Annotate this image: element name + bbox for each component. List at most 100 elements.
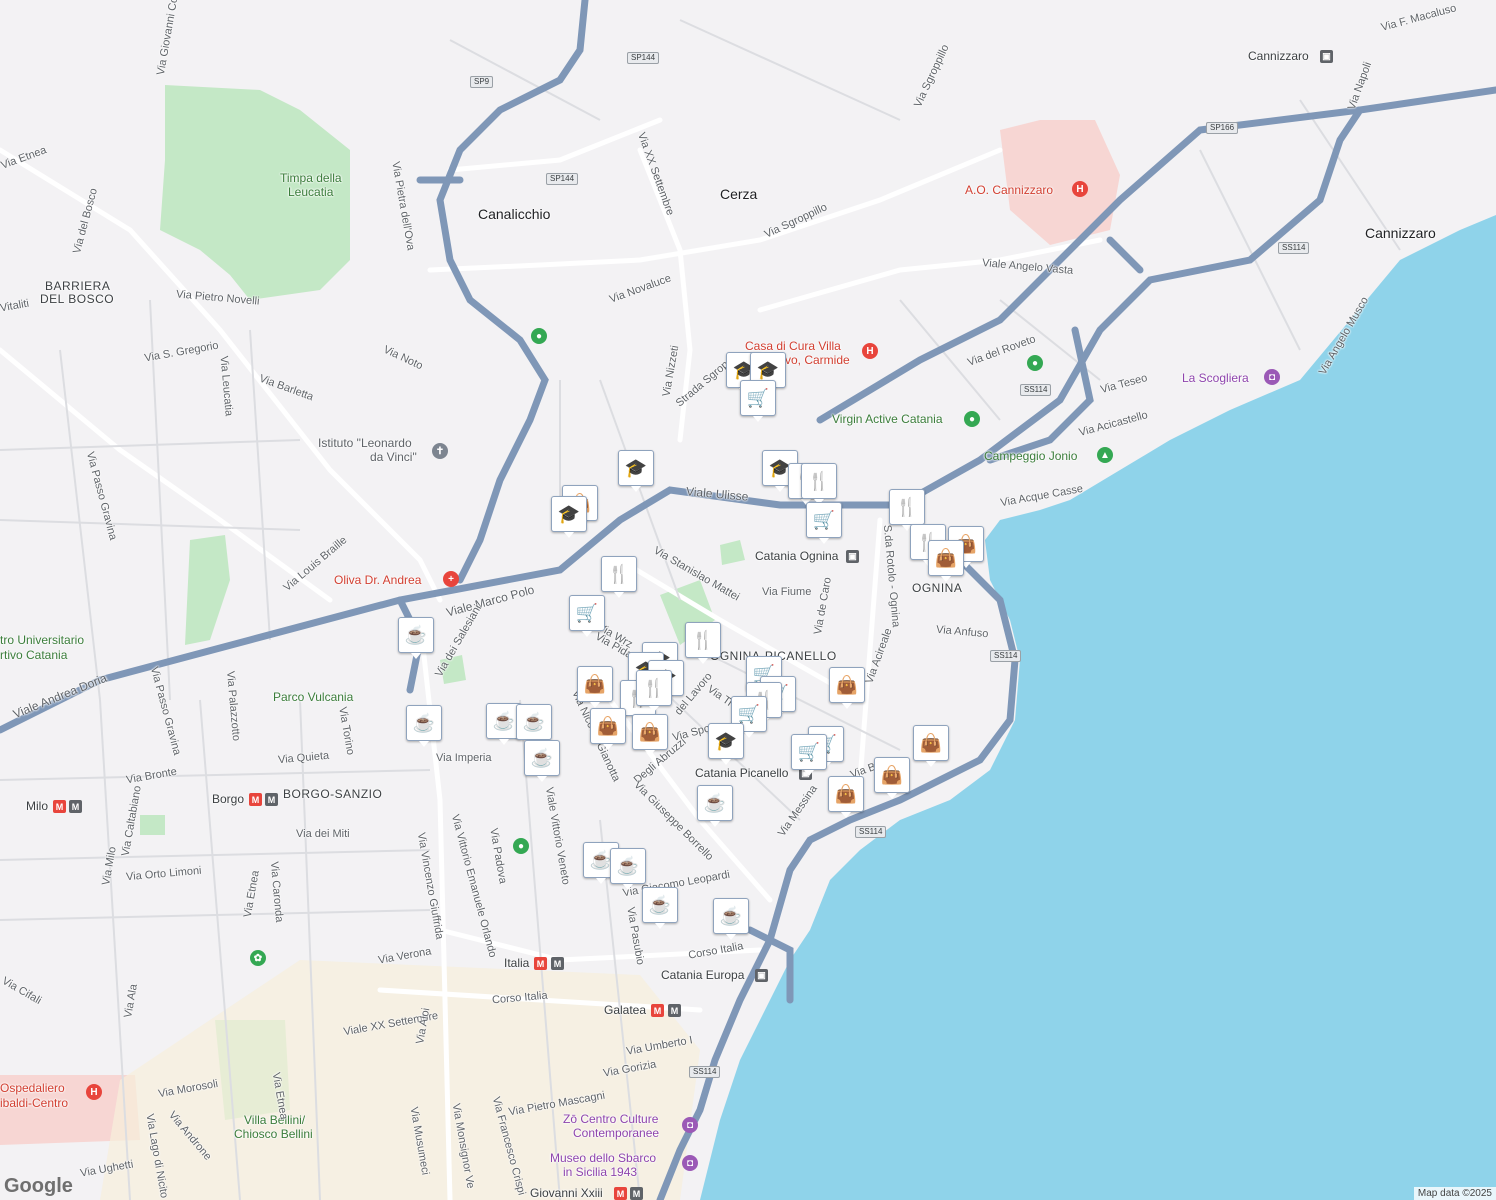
label-catania-picanello: Catania Picanello [695, 766, 789, 780]
label-cannizzaro: Cannizzaro [1365, 225, 1436, 241]
label-catania-ognina: Catania Ognina [755, 549, 839, 563]
gym-poi-icon[interactable]: ● [964, 411, 980, 427]
label-cerza: Cerza [720, 186, 758, 202]
road-shield: SS114 [689, 1066, 721, 1078]
label-zo-2: Contemporanee [573, 1126, 660, 1140]
cafe-marker-icon[interactable]: ☕ [516, 704, 552, 746]
shopping-cart-marker-icon[interactable]: 🛒 [791, 734, 827, 776]
map-base-layer [0, 0, 1496, 1200]
label-museo-1: Museo dello Sbarco [550, 1151, 657, 1165]
metro-icon[interactable]: M [630, 1187, 643, 1200]
shopping-bag-marker-icon[interactable]: 👜 [577, 666, 613, 708]
label-milo: Milo [26, 799, 49, 813]
label-centro-univ-2: rtivo Catania [0, 648, 68, 662]
restaurant-marker-icon[interactable]: 🍴 [801, 463, 837, 505]
school-marker-icon[interactable]: 🎓 [551, 496, 587, 538]
hospital-poi-icon[interactable]: H [1072, 181, 1088, 197]
label-villa-bellini-2: Chiosco Bellini [234, 1127, 313, 1141]
shopping-cart-marker-icon[interactable]: 🛒 [806, 502, 842, 544]
museum-poi-icon[interactable]: ◘ [682, 1117, 698, 1133]
restaurant-marker-icon[interactable]: 🍴 [685, 622, 721, 664]
label-canalicchio: Canalicchio [478, 206, 551, 222]
road-shield: SS114 [855, 826, 887, 838]
label-casa-cura-1: Casa di Cura Villa [745, 339, 841, 353]
road-shield: SP9 [470, 76, 494, 88]
map-canvas[interactable]: Canalicchio Cerza Cannizzaro Cannizzaro … [0, 0, 1496, 1200]
metro-icon[interactable]: M [534, 957, 547, 970]
label-zo-1: Zō Centro Culture [563, 1112, 659, 1126]
road-shield: SS114 [1020, 384, 1052, 396]
shopping-bag-marker-icon[interactable]: 👜 [874, 757, 910, 799]
metro-icon[interactable]: M [53, 800, 66, 813]
shopping-bag-marker-icon[interactable]: 👜 [590, 708, 626, 750]
metro-icon[interactable]: M [668, 1004, 681, 1017]
cafe-marker-icon[interactable]: ☕ [610, 848, 646, 890]
metro-icon[interactable]: M [69, 800, 82, 813]
cafe-marker-icon[interactable]: ☕ [713, 898, 749, 940]
cafe-marker-icon[interactable]: ☕ [406, 705, 442, 747]
park-green-2 [720, 540, 745, 565]
label-campeggio: Campeggio Jonio [984, 449, 1078, 463]
train-icon[interactable]: ▣ [846, 550, 859, 563]
shopping-bag-marker-icon[interactable]: 👜 [828, 776, 864, 818]
shopping-cart-marker-icon[interactable]: 🛒 [569, 595, 605, 637]
road-shield: SS114 [1278, 242, 1310, 254]
shopping-bag-marker-icon[interactable]: 👜 [928, 540, 964, 582]
label-virgin: Virgin Active Catania [832, 412, 943, 426]
park-poi-icon[interactable]: ● [531, 328, 547, 344]
restaurant-marker-icon[interactable]: 🍴 [601, 556, 637, 598]
road-shield: SP144 [546, 173, 579, 185]
restaurant-marker-icon[interactable]: 🍴 [889, 489, 925, 531]
label-parco-vulcania: Parco Vulcania [273, 690, 354, 704]
street-label: Via dei Miti [296, 828, 350, 840]
label-borgo-sanzio: BORGO-SANZIO [283, 787, 383, 801]
cafe-marker-icon[interactable]: ☕ [524, 740, 560, 782]
shopping-cart-marker-icon[interactable]: 🛒 [740, 380, 776, 422]
hospital-poi-icon[interactable]: H [862, 343, 878, 359]
cafe-marker-icon[interactable]: ☕ [398, 617, 434, 659]
restaurant-marker-icon[interactable]: 🍴 [636, 670, 672, 712]
flower-poi-icon[interactable]: ✿ [250, 950, 266, 966]
label-scogliera: La Scogliera [1182, 371, 1249, 385]
medical-poi-icon[interactable]: + [443, 571, 459, 587]
label-ospedaliero-2: ibaldi-Centro [0, 1096, 69, 1110]
hospital-poi-icon[interactable]: H [86, 1084, 102, 1100]
school-marker-icon[interactable]: 🎓 [708, 723, 744, 765]
museum-poi-icon[interactable]: ◘ [682, 1155, 698, 1171]
label-galatea: Galatea [604, 1003, 647, 1017]
school-marker-icon[interactable]: 🎓 [618, 450, 654, 492]
shopping-bag-marker-icon[interactable]: 👜 [913, 725, 949, 767]
label-casa-cura-2: vo, Carmide [785, 353, 850, 367]
park-left [185, 535, 230, 645]
shopping-bag-marker-icon[interactable]: 👜 [632, 714, 668, 756]
metro-icon[interactable]: M [614, 1187, 627, 1200]
metro-icon[interactable]: M [551, 957, 564, 970]
metro-icon[interactable]: M [249, 793, 262, 806]
train-icon[interactable]: ▣ [1320, 50, 1333, 63]
label-villa-bellini-1: Villa Bellini/ [244, 1113, 306, 1127]
shopping-bag-marker-icon[interactable]: 👜 [829, 667, 865, 709]
train-icon[interactable]: ▣ [755, 969, 768, 982]
camera-poi-icon[interactable]: ◘ [1264, 369, 1280, 385]
label-borgo: Borgo [212, 792, 245, 806]
label-giovanni: Giovanni Xxiii [530, 1186, 603, 1200]
label-timpa-1: Timpa della [280, 171, 342, 185]
road-shield: SP166 [1206, 122, 1239, 134]
park-poi-icon[interactable]: ● [1027, 355, 1043, 371]
label-ognina: OGNINA [912, 581, 963, 595]
label-barriera-1: BARRIERA [45, 279, 111, 293]
park-poi-icon[interactable]: ● [513, 838, 529, 854]
google-logo: Google [4, 1175, 73, 1197]
campground-poi-icon[interactable]: ▲ [1097, 447, 1113, 463]
label-ao-cannizzaro: A.O. Cannizzaro [965, 183, 1054, 197]
metro-icon[interactable]: M [651, 1004, 664, 1017]
metro-icon[interactable]: M [265, 793, 278, 806]
park-green-4 [140, 815, 165, 835]
cafe-marker-icon[interactable]: ☕ [642, 887, 678, 929]
label-timpa-2: Leucatia [288, 185, 334, 199]
cafe-marker-icon[interactable]: ☕ [697, 785, 733, 827]
label-ospedaliero-1: Ospedaliero [0, 1081, 65, 1095]
label-italia: Italia [504, 956, 530, 970]
school-poi-icon[interactable]: ✝ [432, 443, 448, 459]
label-istituto-2: da Vinci" [370, 450, 417, 464]
